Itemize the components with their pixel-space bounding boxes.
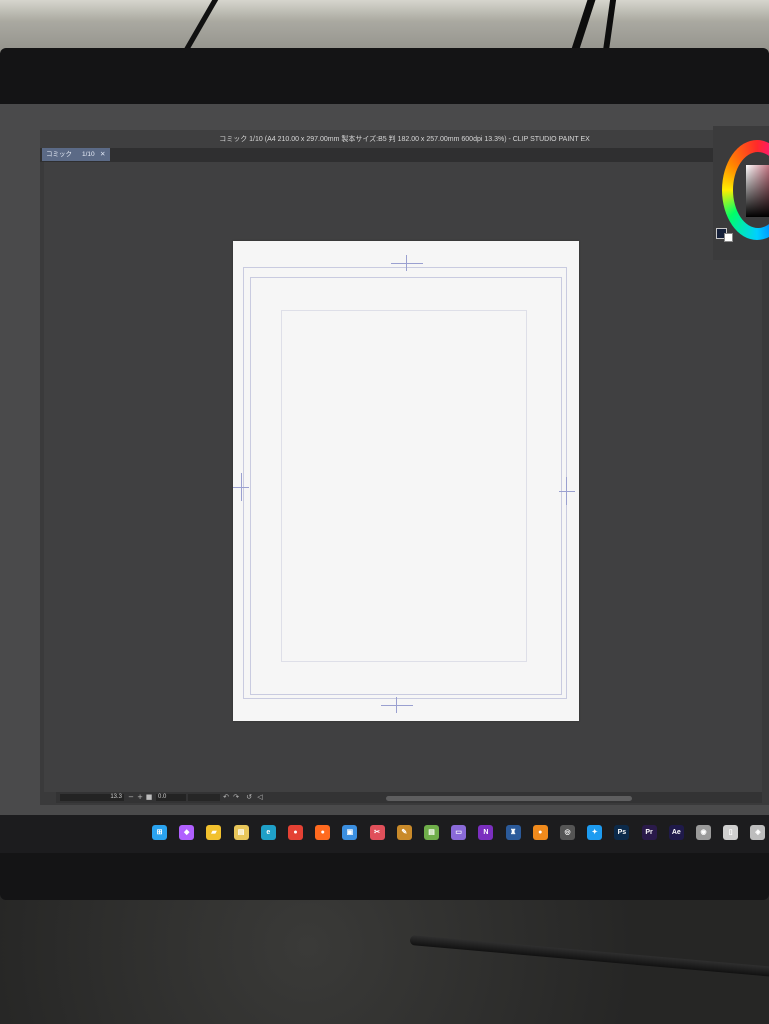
windows-start-icon[interactable]: ⊞ <box>152 825 167 840</box>
twitter-icon[interactable]: ✦ <box>587 825 603 840</box>
display-icon[interactable]: ▭ <box>451 825 467 840</box>
window-title: コミック 1/10 (A4 210.00 x 297.00mm 製本サイズ:B5… <box>40 130 769 150</box>
register-mark <box>396 697 397 713</box>
zoom-field[interactable]: 13.3 <box>60 794 124 801</box>
snipping-tool-icon[interactable]: ✂ <box>369 825 385 840</box>
edge-icon[interactable]: e <box>260 825 276 840</box>
rotation-slider[interactable] <box>188 794 220 801</box>
book-icon[interactable]: ▯ <box>723 825 739 840</box>
register-mark <box>559 491 575 492</box>
rotate-left-icon[interactable]: ↶ <box>222 793 230 802</box>
firefox-icon[interactable]: ● <box>315 825 331 840</box>
app-icon[interactable]: ♜ <box>505 825 521 840</box>
obs-icon[interactable]: ◎ <box>560 825 575 840</box>
register-mark <box>391 263 423 264</box>
shelf <box>0 0 769 22</box>
blender-icon[interactable]: ● <box>532 825 548 840</box>
sub-color-swatch[interactable] <box>724 233 733 242</box>
saturation-value-square[interactable] <box>746 165 769 217</box>
inner-frame-guide <box>281 310 527 662</box>
canvas-page[interactable] <box>233 241 579 721</box>
clip-studio-icon[interactable]: ✎ <box>396 825 412 840</box>
notepad-icon[interactable]: ▤ <box>424 825 439 840</box>
onenote-icon[interactable]: N <box>478 825 494 840</box>
rotation-field[interactable]: 0.0 <box>156 794 186 801</box>
after-effects-icon[interactable]: Ae <box>668 825 684 840</box>
sticky-notes-icon[interactable]: ▤ <box>233 825 249 840</box>
horizontal-scrollbar[interactable] <box>386 796 632 801</box>
document-tab-bar <box>40 148 769 162</box>
rotate-right-icon[interactable]: ↷ <box>232 793 240 802</box>
chrome-icon[interactable]: ● <box>288 825 303 840</box>
document-tab[interactable]: コミック 1/10 ✕ <box>42 148 110 161</box>
remote-desktop-icon[interactable]: ▣ <box>342 825 358 840</box>
flip-icon[interactable]: ◁ <box>256 793 264 802</box>
fit-icon[interactable]: ■ <box>145 793 153 802</box>
register-mark <box>406 255 407 271</box>
copilot-icon[interactable]: ◆ <box>179 825 195 840</box>
photoshop-icon[interactable]: Ps <box>614 825 630 840</box>
settings-app-icon[interactable]: ◈ <box>750 825 766 840</box>
register-mark <box>381 705 413 706</box>
tab-name: コミック <box>46 151 72 158</box>
zoom-in-button[interactable]: + <box>136 793 144 802</box>
close-icon[interactable]: ✕ <box>100 148 105 161</box>
tab-page: 1/10 <box>82 151 95 158</box>
premiere-icon[interactable]: Pr <box>641 825 657 840</box>
file-explorer-icon[interactable]: ▰ <box>206 825 222 840</box>
reset-rotation-icon[interactable]: ↺ <box>245 793 253 802</box>
zoom-out-button[interactable]: − <box>127 793 135 802</box>
register-mark <box>566 477 567 505</box>
register-mark <box>241 473 242 501</box>
eye-app-icon[interactable]: ◉ <box>696 825 711 840</box>
